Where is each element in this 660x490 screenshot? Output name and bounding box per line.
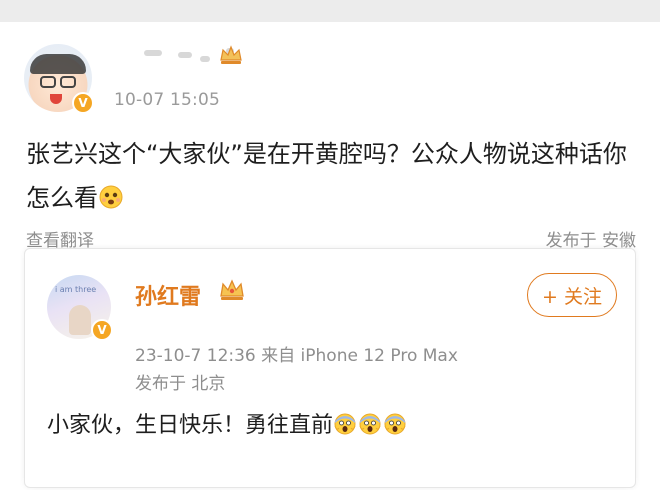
screaming-face-icon [384, 413, 406, 435]
quoted-location: 发布于 北京 [135, 374, 226, 394]
thinking-face-icon [99, 185, 123, 209]
quoted-post-card[interactable]: i am three V 孙红雷 + 关注 23-10-7 12:36 来自 i… [24, 248, 636, 488]
post-meta-row: 查看翻译 发布于 安徽 [26, 226, 636, 251]
avatar-text: i am three [55, 285, 97, 294]
crown-icon [220, 45, 242, 64]
follow-button[interactable]: + 关注 [527, 273, 617, 317]
author-avatar[interactable]: V [24, 44, 96, 116]
screaming-face-icon [334, 413, 356, 435]
verified-badge-icon: V [91, 319, 113, 341]
post-timestamp: 10-07 15:05 [114, 90, 220, 110]
quoted-author-name[interactable]: 孙红雷 [135, 279, 201, 311]
post-text: 张艺兴这个“大家伙”是在开黄腔吗？公众人物说这种话你怎么看 [26, 132, 638, 220]
top-bar [0, 0, 660, 22]
verified-badge-icon: V [72, 92, 94, 114]
quoted-text: 小家伙，生日快乐！勇往直前 [47, 409, 617, 443]
quoted-time-device: 23-10-7 12:36 来自 iPhone 12 Pro Max [135, 346, 458, 366]
quoted-author-avatar[interactable]: i am three V [47, 275, 115, 343]
crown-icon [220, 279, 244, 300]
quoted-body: 小家伙，生日快乐！勇往直前 [47, 413, 334, 438]
screaming-face-icon [359, 413, 381, 435]
